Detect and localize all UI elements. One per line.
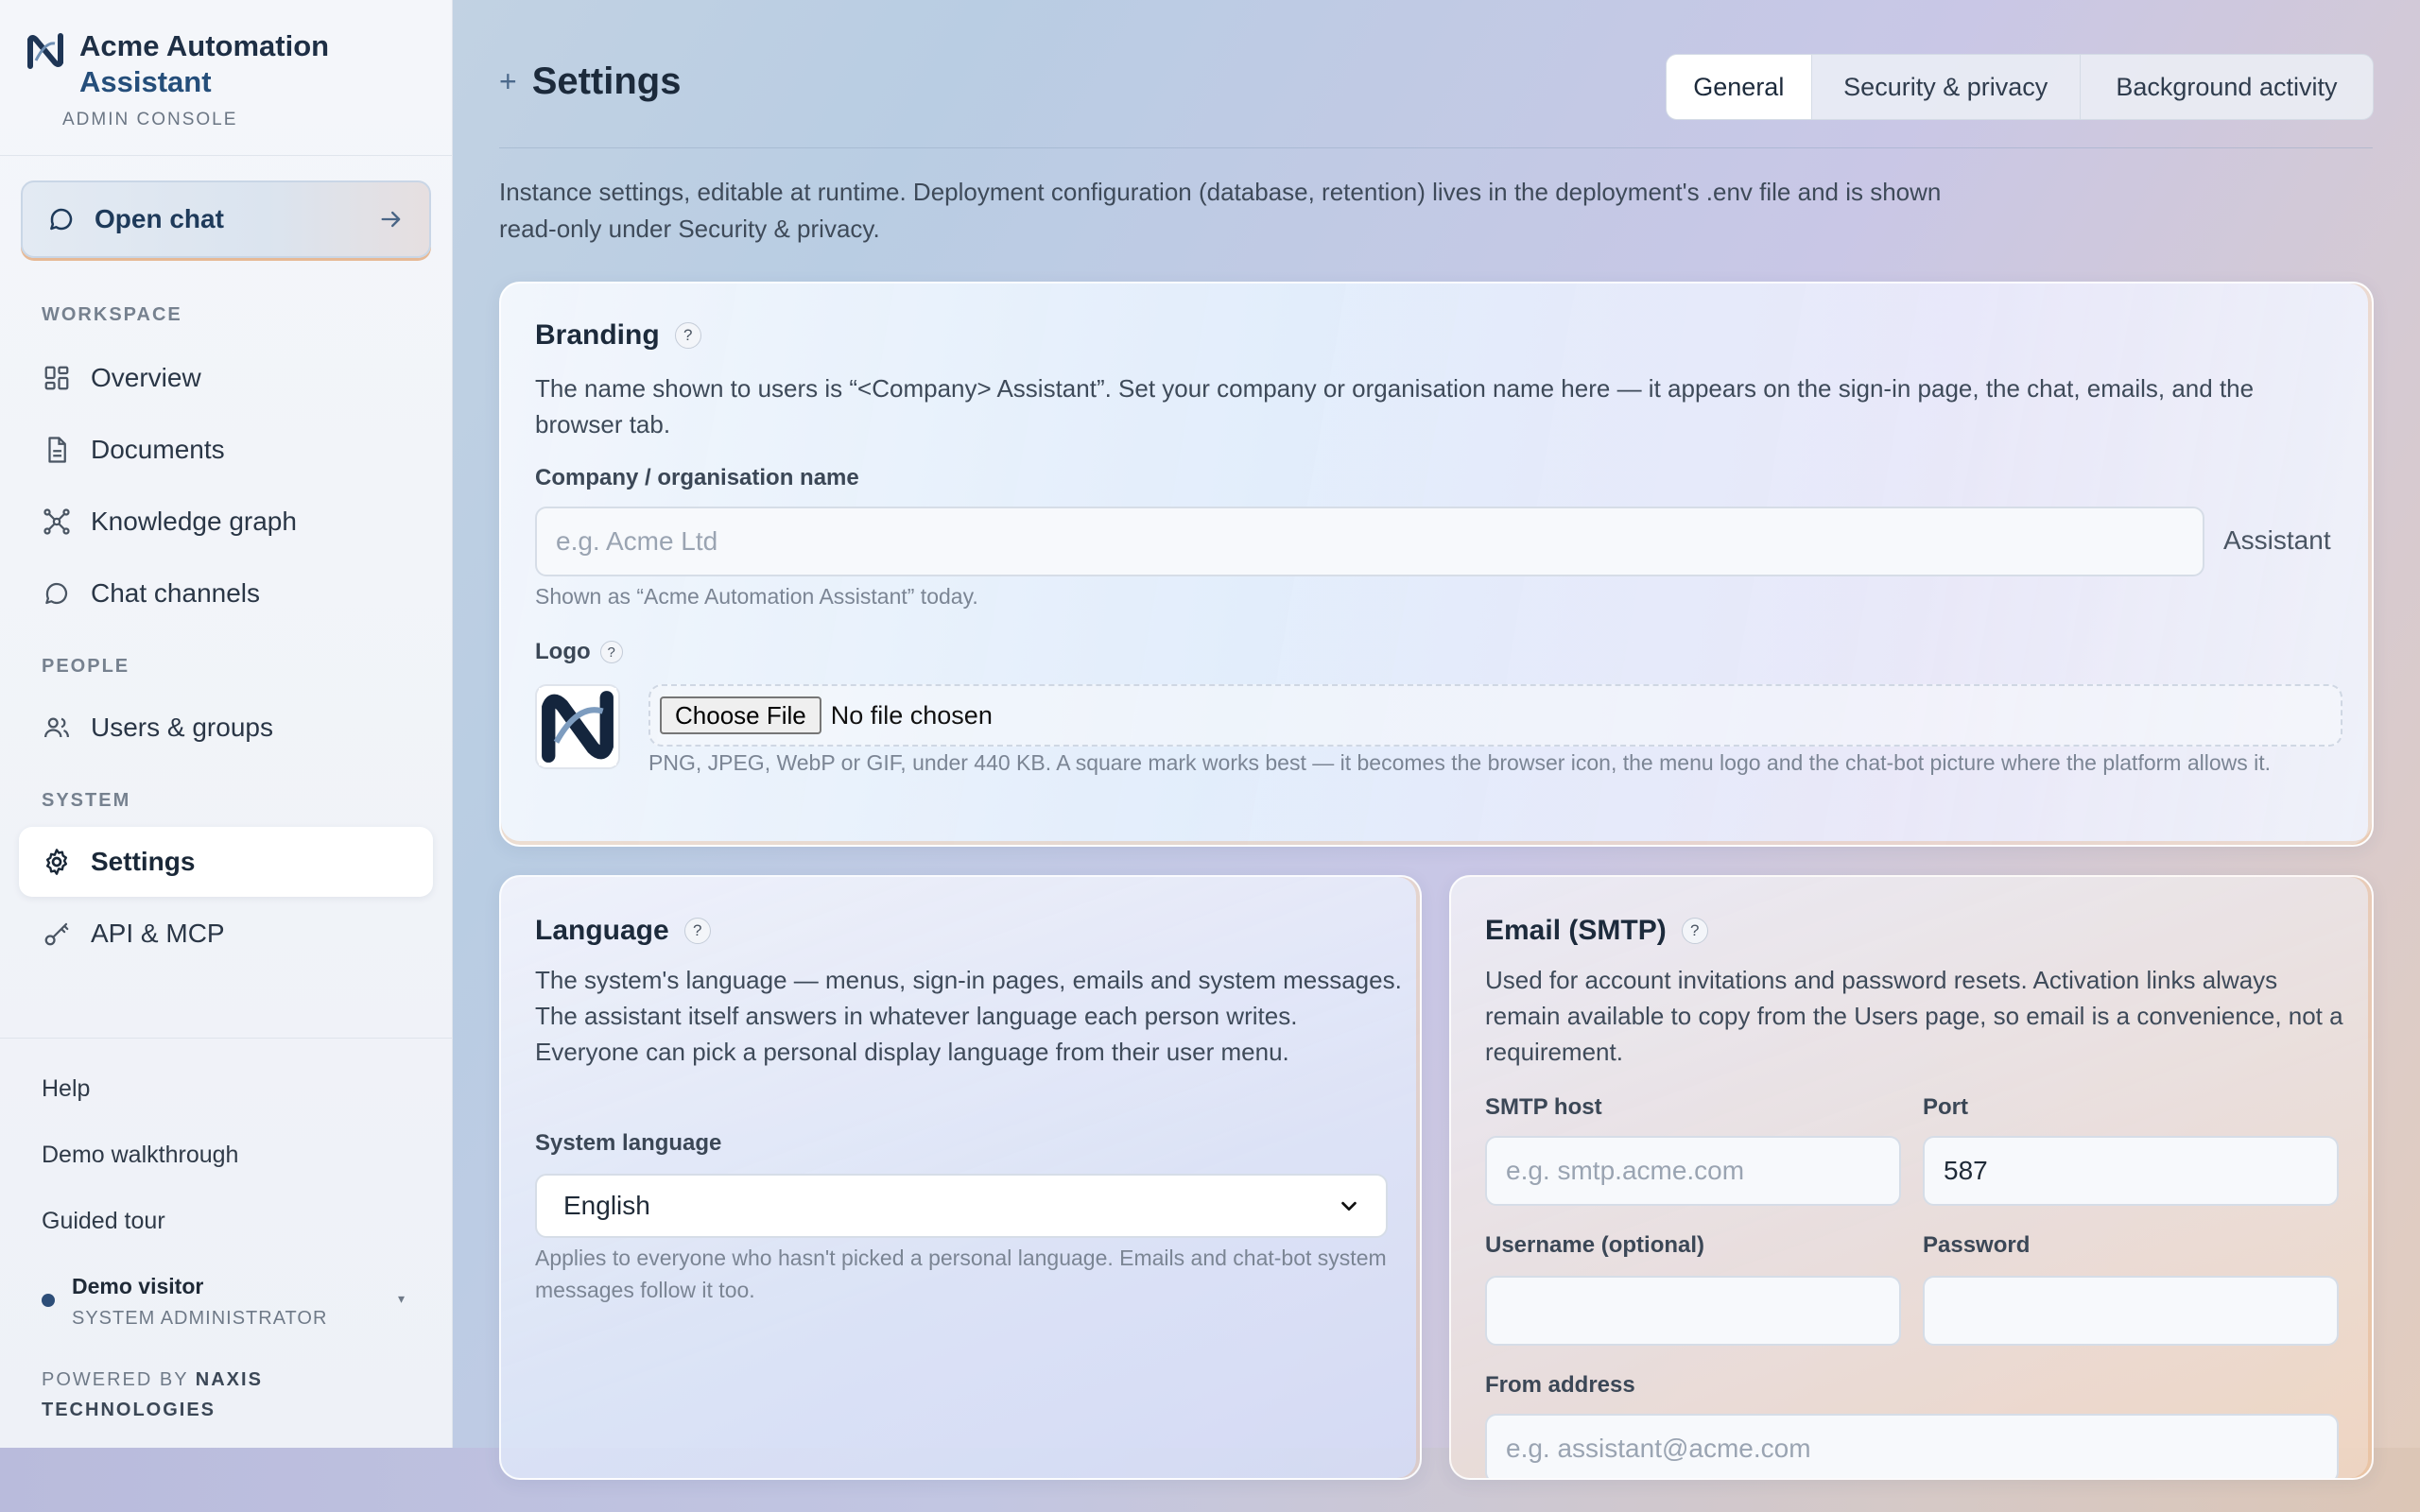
- sidebar-item-label: Documents: [91, 435, 225, 464]
- help-icon[interactable]: ?: [599, 641, 623, 663]
- sidebar: Acme Automation Assistant ADMIN CONSOLE …: [0, 0, 453, 1448]
- divider: [0, 1038, 453, 1039]
- sidebar-item-label: Users & groups: [91, 713, 273, 742]
- chat-bubble-icon: [50, 208, 73, 231]
- smtp-username-label: Username (optional): [1485, 1232, 1705, 1258]
- company-name-label: Company / organisation name: [535, 465, 859, 490]
- sidebar-item-label: API & MCP: [91, 919, 225, 948]
- brand-logo-icon: [539, 688, 616, 765]
- graph-nodes-icon: [42, 507, 72, 537]
- smtp-title: Email (SMTP): [1485, 915, 1667, 946]
- logo-preview: [535, 684, 620, 769]
- sidebar-item-api-mcp[interactable]: API & MCP: [19, 899, 433, 969]
- page-title: Settings: [531, 60, 682, 102]
- sidebar-item-settings[interactable]: Settings: [19, 827, 433, 897]
- sidebar-item-overview[interactable]: Overview: [19, 343, 433, 413]
- brand-name: Acme Automation Assistant: [79, 28, 329, 100]
- logo-header: Logo ?: [535, 639, 623, 665]
- smtp-host-label: SMTP host: [1485, 1094, 1602, 1120]
- brand[interactable]: Acme Automation Assistant: [26, 28, 329, 100]
- language-description: The system's language — menus, sign-in p…: [535, 966, 1402, 1066]
- tab-background-activity[interactable]: Background activity: [2081, 55, 2373, 119]
- open-chat-label: Open chat: [95, 204, 224, 233]
- user-name: Demo visitor: [72, 1274, 204, 1298]
- guided-tour-link[interactable]: Guided tour: [42, 1208, 165, 1235]
- page-header: + Settings: [499, 60, 681, 103]
- users-icon: [42, 713, 72, 743]
- sidebar-item-knowledge-graph[interactable]: Knowledge graph: [19, 487, 433, 557]
- sidebar-item-label: Settings: [91, 847, 196, 876]
- tab-general[interactable]: General: [1667, 55, 1812, 119]
- smtp-from-input[interactable]: e.g. assistant@acme.com: [1485, 1414, 2339, 1478]
- help-icon[interactable]: ?: [674, 322, 701, 349]
- language-title: Language: [535, 915, 669, 946]
- system-language-value: English: [563, 1191, 650, 1220]
- branding-header: Branding ?: [535, 319, 701, 352]
- sidebar-item-documents[interactable]: Documents: [19, 415, 433, 485]
- choose-file-button[interactable]: Choose File: [660, 696, 821, 734]
- section-label-people: PEOPLE: [42, 656, 130, 677]
- brand-name-line1: Acme Automation: [79, 29, 330, 62]
- system-language-hint: Applies to everyone who hasn't picked a …: [535, 1246, 1387, 1302]
- settings-tabs: General Security & privacy Background ac…: [1666, 54, 2374, 120]
- help-icon[interactable]: ?: [1681, 918, 1708, 944]
- arrow-right-icon: [381, 211, 401, 228]
- sidebar-item-users-groups[interactable]: Users & groups: [19, 693, 433, 763]
- powered-by: POWERED BY NAXIS TECHNOLOGIES: [42, 1365, 363, 1425]
- company-name-suffix: Assistant: [2223, 525, 2331, 555]
- help-icon[interactable]: ?: [683, 918, 711, 944]
- section-label-workspace: WORKSPACE: [42, 304, 182, 325]
- branding-title: Branding: [535, 319, 660, 351]
- chevron-down-icon: [1341, 1201, 1357, 1211]
- divider: [499, 147, 2373, 148]
- system-language-label: System language: [535, 1130, 722, 1156]
- page-intro: Instance settings, editable at runtime. …: [499, 178, 1942, 243]
- sidebar-item-chat-channels[interactable]: Chat channels: [19, 558, 433, 628]
- sidebar-item-label: Overview: [91, 363, 201, 392]
- sidebar-item-label: Knowledge graph: [91, 507, 297, 536]
- user-menu[interactable]: Demo visitor SYSTEM ADMINISTRATOR ▾: [42, 1270, 412, 1336]
- grid-icon: [42, 363, 72, 393]
- gear-icon: [42, 847, 72, 877]
- user-status-dot: [42, 1294, 55, 1307]
- plus-icon: +: [499, 64, 517, 98]
- smtp-card: Email (SMTP) ? Used for account invitati…: [1449, 875, 2374, 1480]
- brand-logo-icon: [27, 33, 63, 69]
- smtp-from-label: From address: [1485, 1372, 1635, 1398]
- logo-file-input[interactable]: Choose File No file chosen: [648, 684, 2342, 747]
- open-chat-button[interactable]: Open chat: [21, 180, 431, 258]
- demo-walkthrough-link[interactable]: Demo walkthrough: [42, 1142, 238, 1169]
- section-label-system: SYSTEM: [42, 790, 131, 811]
- company-name-input[interactable]: e.g. Acme Ltd: [535, 507, 2204, 576]
- caret-down-icon: ▾: [397, 1291, 405, 1306]
- tab-security-privacy[interactable]: Security & privacy: [1812, 55, 2081, 119]
- smtp-header: Email (SMTP) ?: [1485, 915, 1708, 947]
- chat-bubble-icon: [42, 578, 72, 609]
- logo-label: Logo: [535, 639, 591, 664]
- smtp-host-input[interactable]: e.g. smtp.acme.com: [1485, 1136, 1901, 1206]
- language-card: Language ? The system's language — menus…: [499, 875, 1422, 1480]
- language-header: Language ?: [535, 915, 711, 947]
- branding-description: The name shown to users is “<Company> As…: [535, 374, 2255, 438]
- divider: [0, 155, 453, 156]
- brand-name-line2: Assistant: [79, 65, 212, 98]
- sidebar-item-label: Chat channels: [91, 578, 261, 608]
- file-status: No file chosen: [830, 700, 993, 730]
- smtp-port-input[interactable]: 587: [1923, 1136, 2339, 1206]
- brand-subtitle: ADMIN CONSOLE: [62, 110, 238, 129]
- smtp-password-label: Password: [1923, 1232, 2031, 1258]
- smtp-description: Used for account invitations and passwor…: [1485, 966, 2343, 1066]
- help-link[interactable]: Help: [42, 1075, 90, 1103]
- logo-hint: PNG, JPEG, WebP or GIF, under 440 KB. A …: [648, 750, 2272, 775]
- smtp-password-input[interactable]: [1923, 1276, 2339, 1346]
- powered-by-prefix: POWERED BY: [42, 1369, 196, 1390]
- smtp-port-label: Port: [1923, 1094, 1968, 1120]
- company-name-hint: Shown as “Acme Automation Assistant” tod…: [535, 584, 978, 609]
- branding-card: Branding ? The name shown to users is “<…: [499, 282, 2374, 847]
- key-icon: [42, 919, 72, 949]
- document-icon: [42, 435, 72, 465]
- smtp-username-input[interactable]: [1485, 1276, 1901, 1346]
- system-language-select[interactable]: English: [535, 1174, 1388, 1238]
- user-role: SYSTEM ADMINISTRATOR: [72, 1308, 328, 1329]
